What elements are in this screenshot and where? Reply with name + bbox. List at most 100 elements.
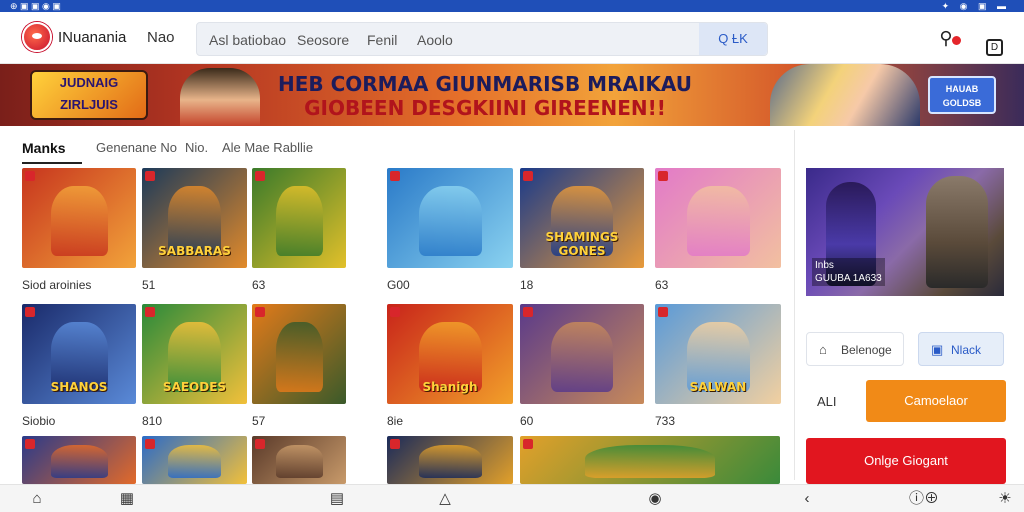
game-card[interactable]: SHANOS Siobio <box>22 304 136 428</box>
hot-badge-icon <box>25 171 35 181</box>
game-thumbnail[interactable] <box>252 168 346 268</box>
home-icon[interactable]: ⌂ <box>26 489 48 509</box>
hot-badge-icon <box>390 439 400 449</box>
game-thumbnail[interactable] <box>142 436 247 484</box>
banner-logo-right: HAUAB GOLDSB <box>928 76 996 114</box>
status-right-icons: ✦ ◉ ▣ ▬ <box>941 1 1010 11</box>
game-thumbnail[interactable]: SAEODES <box>142 304 247 404</box>
active-tab-indicator <box>22 162 82 164</box>
game-thumbnail[interactable] <box>655 168 781 268</box>
side-small-label: ALI <box>817 394 837 409</box>
banner-hero-image <box>180 68 260 126</box>
menu-box-icon[interactable]: D <box>986 39 1003 56</box>
featured-caption-line-1: Inbs <box>815 260 834 271</box>
game-card[interactable]: SABBARAS 51 <box>142 168 247 292</box>
game-card[interactable]: 63 <box>252 168 346 292</box>
game-thumbnail[interactable] <box>252 436 346 484</box>
game-card[interactable] <box>520 436 780 484</box>
game-card-label: 810 <box>142 414 163 428</box>
game-thumb-title: SHANOS <box>50 380 108 394</box>
hot-badge-icon <box>523 171 533 181</box>
game-thumbnail[interactable] <box>520 304 644 404</box>
info-icon[interactable]: ⓘ⊕ <box>904 489 944 509</box>
hot-badge-icon <box>255 171 265 181</box>
game-card[interactable]: 63 <box>655 168 781 292</box>
hot-badge-icon <box>658 307 668 317</box>
search-tab-2[interactable]: Seosore <box>297 32 349 48</box>
camoelaor-button[interactable]: Camoelaor <box>866 380 1006 422</box>
game-thumbnail[interactable]: SHAMINGS GONES <box>520 168 644 268</box>
game-card[interactable]: G00 <box>387 168 513 292</box>
banner-logo-left: JUDNAIG ZIRLJUIS <box>30 70 148 120</box>
game-card-label: 18 <box>520 278 534 292</box>
game-card[interactable]: SALWAN 733 <box>655 304 781 428</box>
featured-game-image[interactable]: Inbs GUUBA 1A633 <box>806 168 1004 296</box>
game-card-label: 733 <box>655 414 676 428</box>
game-thumbnail[interactable] <box>387 436 513 484</box>
game-thumbnail[interactable] <box>520 436 780 484</box>
game-card[interactable]: Siod aroinies <box>22 168 136 292</box>
game-card[interactable]: Shanigh 8ie <box>387 304 513 428</box>
search-tab-4[interactable]: Aoolo <box>417 32 453 48</box>
game-thumb-title: SABBARAS <box>158 244 231 258</box>
game-card-label: Siobio <box>22 414 56 428</box>
game-character-art <box>275 444 323 479</box>
brand-name[interactable]: INuanania <box>58 29 126 46</box>
game-thumb-title: Shanigh <box>422 380 478 394</box>
belenoge-button-label: Belenoge <box>841 343 892 357</box>
promo-banner[interactable]: JUDNAIG ZIRLJUIS HEB CORMAA GIUNMARISB M… <box>0 64 1024 126</box>
game-card-label: G00 <box>387 278 410 292</box>
game-thumbnail[interactable] <box>22 168 136 268</box>
tab-nio[interactable]: Nio. <box>185 140 208 155</box>
nav-link[interactable]: Nao <box>147 29 175 46</box>
list-icon[interactable]: ▤ <box>326 489 348 509</box>
tab-ale-mae[interactable]: Ale Mae Rabllie <box>222 140 313 155</box>
game-character-art <box>50 444 108 479</box>
featured-caption-line-2: GUUBA 1A633 <box>815 273 882 284</box>
search-bar[interactable]: Asl batiobao Seosore Fenil Aoolo Q ȽK <box>196 22 768 56</box>
hot-badge-icon <box>255 439 265 449</box>
game-character-art <box>585 444 715 479</box>
belenoge-button[interactable]: ⌂ Belenoge <box>806 332 904 366</box>
game-card[interactable]: SAEODES 810 <box>142 304 247 428</box>
game-thumbnail[interactable] <box>22 436 136 484</box>
game-card[interactable]: 57 <box>252 304 346 428</box>
game-card[interactable] <box>387 436 513 484</box>
game-thumbnail[interactable]: Shanigh <box>387 304 513 404</box>
back-icon[interactable]: ‹ <box>796 489 818 509</box>
game-card[interactable] <box>252 436 346 484</box>
game-thumbnail[interactable] <box>387 168 513 268</box>
settings-icon[interactable]: ☀ <box>994 489 1016 509</box>
game-thumbnail[interactable]: SALWAN <box>655 304 781 404</box>
game-character-art <box>418 186 482 256</box>
game-thumbnail[interactable]: SABBARAS <box>142 168 247 268</box>
brand-logo-icon[interactable] <box>22 22 52 52</box>
game-icon[interactable]: ◉ <box>644 489 666 509</box>
hot-badge-icon <box>523 439 533 449</box>
user-icon[interactable]: △ <box>434 489 456 509</box>
search-button[interactable]: Q ȽK <box>699 23 767 55</box>
game-thumbnail[interactable]: SHANOS <box>22 304 136 404</box>
game-card[interactable] <box>142 436 247 484</box>
game-card[interactable]: 60 <box>520 304 644 428</box>
hot-badge-icon <box>658 171 668 181</box>
banner-logo-line-1: JUDNAIG <box>59 75 119 90</box>
game-card[interactable] <box>22 436 136 484</box>
nlack-button-label: Nlack <box>951 343 982 357</box>
hot-badge-icon <box>255 307 265 317</box>
featured-hero-right <box>926 176 988 288</box>
side-panel: Inbs GUUBA 1A633 ⌂ Belenoge ▣ Nlack ALI … <box>794 130 1020 484</box>
game-character-art <box>686 186 750 256</box>
tab-genenane[interactable]: Genenane No <box>96 140 177 155</box>
search-tab-3[interactable]: Fenil <box>367 32 397 48</box>
game-thumb-title: SAEODES <box>162 380 227 394</box>
grid-icon[interactable]: ▦ <box>116 489 138 509</box>
game-character-art <box>275 322 323 392</box>
online-giogant-button[interactable]: Onlge Giogant <box>806 438 1006 484</box>
nlack-button[interactable]: ▣ Nlack <box>918 332 1004 366</box>
game-card[interactable]: SHAMINGS GONES 18 <box>520 168 644 292</box>
game-thumbnail[interactable] <box>252 304 346 404</box>
tab-manks[interactable]: Manks <box>22 140 66 156</box>
search-tab-1[interactable]: Asl batiobao <box>209 32 286 48</box>
hot-badge-icon <box>390 307 400 317</box>
